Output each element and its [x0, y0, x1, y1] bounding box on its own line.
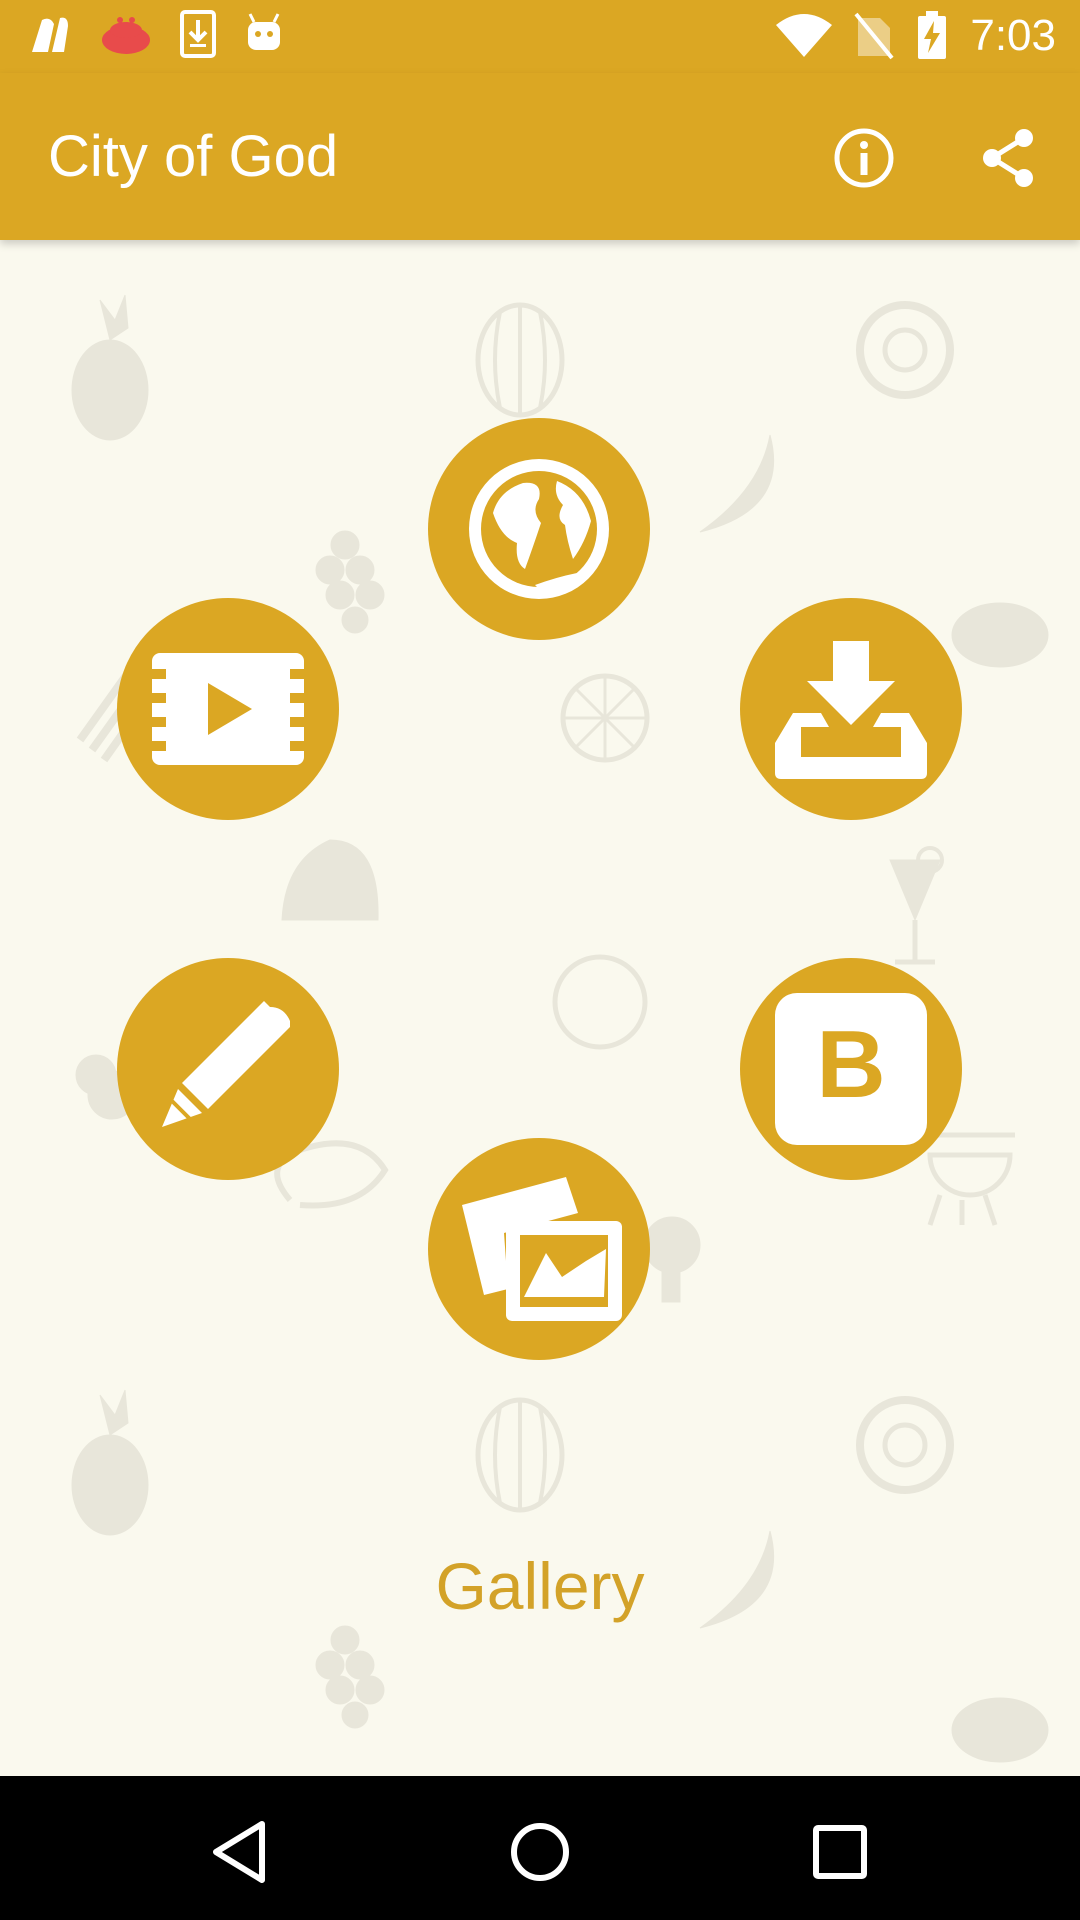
pencil-button[interactable] — [117, 958, 339, 1180]
back-icon — [213, 1821, 265, 1883]
pencil-icon — [162, 1001, 290, 1127]
recents-icon — [813, 1825, 867, 1879]
android-robot-icon — [248, 13, 280, 50]
share-button[interactable] — [975, 125, 1041, 191]
recents-button[interactable] — [800, 1812, 880, 1892]
gallery-icon — [462, 1177, 622, 1321]
globe-icon — [469, 459, 609, 599]
selected-section-label: Gallery — [435, 1549, 645, 1623]
download-icon — [775, 641, 927, 779]
download-button[interactable] — [740, 598, 962, 820]
home-icon — [511, 1823, 569, 1881]
navigation-bar — [0, 1776, 1080, 1920]
no-sim-icon — [854, 12, 894, 60]
main-content: B Gallery — [0, 240, 1080, 1776]
back-button[interactable] — [200, 1812, 280, 1892]
battery-charging-icon — [918, 11, 947, 59]
globe-button[interactable] — [428, 418, 650, 640]
app-logo-icon — [32, 17, 68, 53]
blogger-letter: B — [816, 1011, 886, 1118]
home-button[interactable] — [500, 1812, 580, 1892]
red-bucket-icon — [102, 17, 150, 54]
blogger-button[interactable]: B — [740, 958, 962, 1180]
status-bar: 7:03 — [0, 0, 1080, 73]
share-icon — [983, 129, 1033, 187]
download-phone-icon — [180, 10, 216, 58]
wifi-icon — [776, 14, 833, 57]
video-icon — [152, 653, 304, 765]
info-button[interactable] — [831, 125, 897, 191]
app-bar: City of God — [0, 73, 1080, 240]
gallery-button[interactable] — [428, 1138, 650, 1360]
status-clock: 7:03 — [970, 11, 1056, 60]
info-icon — [834, 128, 894, 188]
video-button[interactable] — [117, 598, 339, 820]
page-title: City of God — [48, 124, 339, 189]
